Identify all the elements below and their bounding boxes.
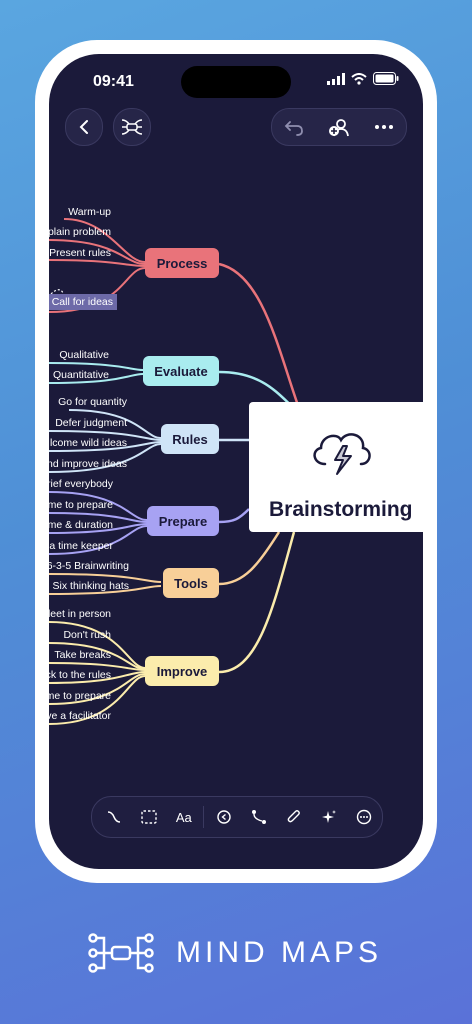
app-screen: Brainstorming Process Evaluate Rules Pre… (49, 54, 423, 869)
leaf-call-for-ideas[interactable]: Call for ideas (49, 294, 117, 310)
status-time: 09:41 (93, 73, 134, 90)
central-topic-title: Brainstorming (269, 498, 413, 521)
wifi-icon (351, 72, 367, 85)
curve-icon (107, 811, 120, 823)
branch-node-evaluate[interactable]: Evaluate (143, 356, 219, 386)
add-collaborator-icon[interactable] (328, 117, 350, 137)
more-circle-icon (357, 809, 372, 825)
connector-tool-button[interactable] (96, 799, 131, 835)
leaf-present-rules[interactable]: Present rules (49, 247, 111, 259)
signal-icon (327, 72, 345, 85)
mind-map-layout-button[interactable] (113, 108, 151, 146)
branch-node-rules[interactable]: Rules (161, 424, 219, 454)
top-right-actions (271, 108, 407, 146)
leaf-take-breaks[interactable]: Take breaks (54, 649, 111, 661)
leaf-brainwriting[interactable]: 6-3-5 Brainwriting (49, 560, 129, 572)
mind-map-logo-icon (88, 933, 154, 973)
leaf-meet-in-person[interactable]: leet in person (49, 608, 111, 620)
dynamic-island (181, 66, 291, 98)
select-tool-button[interactable] (131, 799, 166, 835)
relationship-icon (252, 810, 267, 824)
relationship-button[interactable] (241, 799, 276, 835)
connector-process (218, 262, 303, 415)
leaf-six-thinking-hats[interactable]: Six thinking hats (53, 580, 129, 592)
connector-tools (218, 531, 281, 586)
leaf-explain-problem[interactable]: plain problem (49, 226, 111, 238)
undo-icon[interactable] (284, 118, 304, 136)
leaf-combine-improve-ideas[interactable]: nd improve ideas (49, 458, 127, 470)
leaf-stick-to-rules[interactable]: ck to the rules (49, 669, 111, 681)
leaf-welcome-wild-ideas[interactable]: lcome wild ideas (50, 437, 127, 449)
bottom-toolbar: Aa (91, 796, 383, 838)
leaf-quantitative[interactable]: Quantitative (53, 369, 109, 381)
sparkle-icon (322, 810, 337, 823)
leaf-qualitative[interactable]: Qualitative (59, 349, 109, 361)
connector-prepare (218, 508, 250, 524)
status-icons (327, 72, 399, 85)
leaf-time-to-prepare[interactable]: me to prepare (49, 499, 113, 511)
leaf-time-keeper[interactable]: a time keeper (49, 540, 113, 552)
leaf-time-to-prepare-2[interactable]: me to prepare (49, 690, 111, 702)
chevron-left-icon (79, 120, 88, 134)
branch-node-prepare[interactable]: Prepare (147, 506, 219, 536)
branch-node-improve[interactable]: Improve (145, 656, 219, 686)
leaf-defer-judgment[interactable]: Defer judgment (55, 417, 127, 429)
text-tool-button[interactable]: Aa (166, 799, 201, 835)
leaf-time-duration[interactable]: me & duration (49, 519, 113, 531)
ai-magic-button[interactable] (312, 799, 347, 835)
branch-node-tools[interactable]: Tools (163, 568, 219, 598)
connector-improve (218, 531, 296, 674)
feature-caption-label: MIND MAPS (176, 936, 383, 969)
branch-node-process[interactable]: Process (145, 248, 219, 278)
attachment-button[interactable] (277, 799, 312, 835)
back-button[interactable] (65, 108, 103, 146)
storm-cloud-icon (313, 433, 371, 475)
leaf-warm-up[interactable]: Warm-up (68, 206, 111, 218)
more-icon[interactable] (374, 124, 394, 130)
leaf-brief-everybody[interactable]: rief everybody (49, 478, 113, 490)
feature-caption: MIND MAPS (88, 932, 382, 974)
leaf-dont-rush[interactable]: Don't rush (63, 629, 111, 641)
toolbar-divider (203, 806, 205, 828)
leaf-go-for-quantity[interactable]: Go for quantity (58, 396, 127, 408)
backspace-icon (217, 810, 231, 824)
selection-icon (140, 810, 157, 824)
central-topic[interactable]: Brainstorming (249, 402, 423, 532)
battery-icon (373, 72, 399, 85)
delete-button[interactable] (206, 799, 241, 835)
more-options-button[interactable] (347, 799, 382, 835)
leaf-have-facilitator[interactable]: ve a facilitator (49, 710, 111, 722)
paperclip-icon (287, 810, 301, 823)
phone-frame: Brainstorming Process Evaluate Rules Pre… (35, 40, 437, 883)
mind-map-icon (121, 119, 143, 135)
